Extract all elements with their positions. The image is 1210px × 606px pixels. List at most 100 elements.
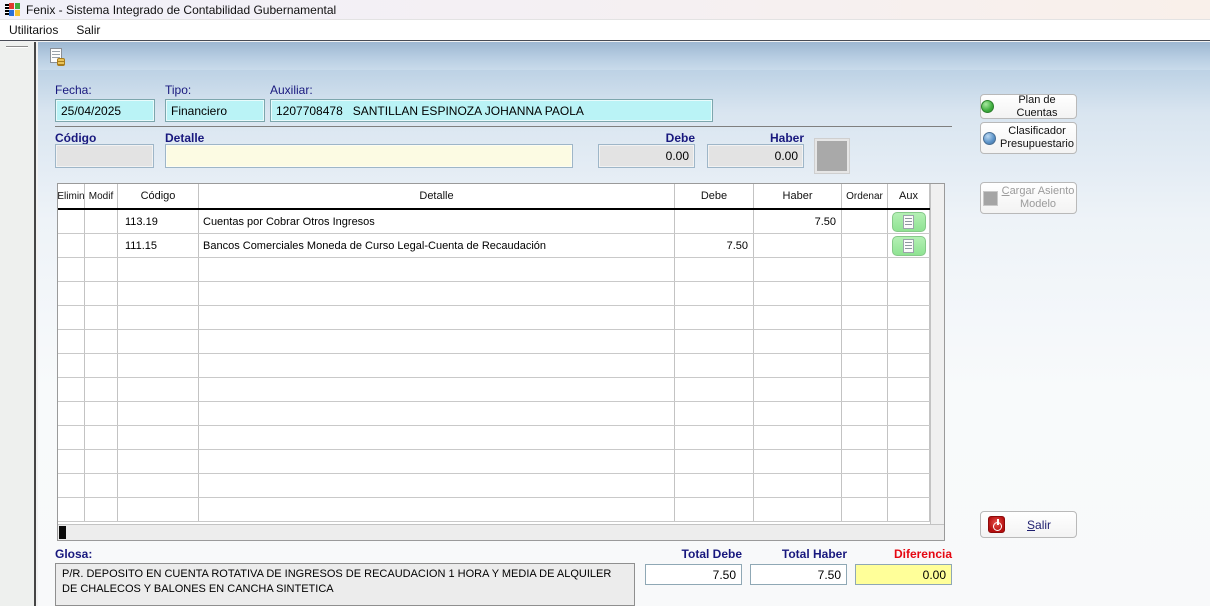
fecha-field[interactable]: 25/04/2025 (55, 99, 155, 122)
cell-modif[interactable] (85, 426, 118, 449)
cell-ordenar[interactable] (842, 282, 888, 305)
cell-haber (754, 354, 842, 377)
splitter-grip[interactable] (6, 46, 28, 48)
cell-debe (675, 330, 754, 353)
cell-ordenar[interactable] (842, 234, 888, 257)
grid-empty-row[interactable] (58, 306, 930, 330)
diferencia-label: Diferencia (855, 547, 952, 561)
grid-data-row[interactable]: 113.19Cuentas por Cobrar Otros Ingresos7… (58, 210, 930, 234)
cell-elimin[interactable] (58, 330, 85, 353)
add-entry-button[interactable] (815, 139, 849, 173)
cell-codigo (118, 450, 199, 473)
cell-detalle (199, 282, 675, 305)
grid-empty-row[interactable] (58, 378, 930, 402)
cell-elimin[interactable] (58, 498, 85, 521)
cell-detalle (199, 474, 675, 497)
cell-ordenar[interactable] (842, 330, 888, 353)
cell-elimin[interactable] (58, 450, 85, 473)
debe-input[interactable]: 0.00 (598, 144, 695, 168)
aux-button[interactable] (892, 212, 926, 232)
cell-aux (888, 426, 930, 449)
separator-line (55, 126, 952, 127)
codigo-input[interactable] (55, 144, 154, 168)
green-sphere-icon (981, 100, 994, 113)
cell-ordenar[interactable] (842, 210, 888, 233)
cell-elimin[interactable] (58, 474, 85, 497)
cell-detalle: Cuentas por Cobrar Otros Ingresos (199, 210, 675, 233)
grid-empty-row[interactable] (58, 354, 930, 378)
cell-detalle (199, 450, 675, 473)
cell-elimin[interactable] (58, 378, 85, 401)
cell-modif[interactable] (85, 354, 118, 377)
cell-modif[interactable] (85, 330, 118, 353)
cell-modif[interactable] (85, 498, 118, 521)
cell-aux (888, 306, 930, 329)
tipo-label: Tipo: (165, 83, 191, 97)
cell-ordenar[interactable] (842, 258, 888, 281)
cell-haber (754, 234, 842, 257)
plan-de-cuentas-label: Plan de Cuentas (998, 94, 1076, 119)
aux-button[interactable] (892, 236, 926, 256)
cell-ordenar[interactable] (842, 450, 888, 473)
cell-modif[interactable] (85, 234, 118, 257)
grid-empty-row[interactable] (58, 498, 930, 522)
cell-codigo (118, 306, 199, 329)
cell-detalle (199, 258, 675, 281)
cell-modif[interactable] (85, 474, 118, 497)
cell-elimin[interactable] (58, 234, 85, 257)
cell-elimin[interactable] (58, 354, 85, 377)
cell-elimin[interactable] (58, 258, 85, 281)
diferencia-field: 0.00 (855, 564, 952, 585)
grid-empty-row[interactable] (58, 258, 930, 282)
cell-elimin[interactable] (58, 402, 85, 425)
grid-empty-row[interactable] (58, 282, 930, 306)
cell-ordenar[interactable] (842, 306, 888, 329)
grid-empty-row[interactable] (58, 426, 930, 450)
tipo-field[interactable]: Financiero (165, 99, 265, 122)
cell-modif[interactable] (85, 258, 118, 281)
auxiliar-field[interactable]: 1207708478 SANTILLAN ESPINOZA JOHANNA PA… (270, 99, 713, 122)
new-entry-toolbar-button[interactable] (44, 45, 70, 68)
grid-empty-row[interactable] (58, 330, 930, 354)
grid-empty-row[interactable] (58, 402, 930, 426)
grid-vertical-scrollbar[interactable] (930, 184, 944, 524)
grid-data-row[interactable]: 111.15Bancos Comerciales Moneda de Curso… (58, 234, 930, 258)
cell-ordenar[interactable] (842, 474, 888, 497)
grid-empty-row[interactable] (58, 450, 930, 474)
cell-debe (675, 474, 754, 497)
cell-ordenar[interactable] (842, 402, 888, 425)
cell-ordenar[interactable] (842, 426, 888, 449)
menu-utilitarios[interactable]: Utilitarios (0, 21, 67, 39)
clasificador-presupuestario-button[interactable]: Clasificador Presupuestario (980, 122, 1077, 154)
cell-ordenar[interactable] (842, 378, 888, 401)
cell-elimin[interactable] (58, 210, 85, 233)
cell-haber (754, 474, 842, 497)
grid-empty-row[interactable] (58, 474, 930, 498)
cell-haber (754, 306, 842, 329)
detalle-input[interactable] (165, 144, 573, 168)
cargar-asiento-modelo-button[interactable]: Cargar Asiento Modelo (980, 182, 1077, 214)
cell-elimin[interactable] (58, 306, 85, 329)
salir-button[interactable]: Salir (980, 511, 1077, 538)
horizontal-scrollbar-thumb[interactable] (59, 526, 66, 539)
cell-elimin[interactable] (58, 426, 85, 449)
cell-ordenar[interactable] (842, 498, 888, 521)
grid-horizontal-scrollbar[interactable] (58, 524, 944, 540)
menu-salir[interactable]: Salir (67, 21, 109, 39)
cell-modif[interactable] (85, 306, 118, 329)
cell-modif[interactable] (85, 402, 118, 425)
cell-modif[interactable] (85, 450, 118, 473)
haber-input[interactable]: 0.00 (707, 144, 804, 168)
cell-codigo (118, 498, 199, 521)
entries-grid: Elimin Modif Código Detalle Debe Haber O… (57, 183, 945, 541)
cell-modif[interactable] (85, 210, 118, 233)
left-splitter-panel[interactable] (0, 42, 36, 606)
glosa-textarea[interactable]: P/R. DEPOSITO EN CUENTA ROTATIVA DE INGR… (55, 563, 635, 606)
cell-codigo (118, 354, 199, 377)
cell-ordenar[interactable] (842, 354, 888, 377)
cell-modif[interactable] (85, 282, 118, 305)
toolbar (38, 42, 1210, 70)
plan-de-cuentas-button[interactable]: Plan de Cuentas (980, 94, 1077, 119)
cell-modif[interactable] (85, 378, 118, 401)
cell-elimin[interactable] (58, 282, 85, 305)
